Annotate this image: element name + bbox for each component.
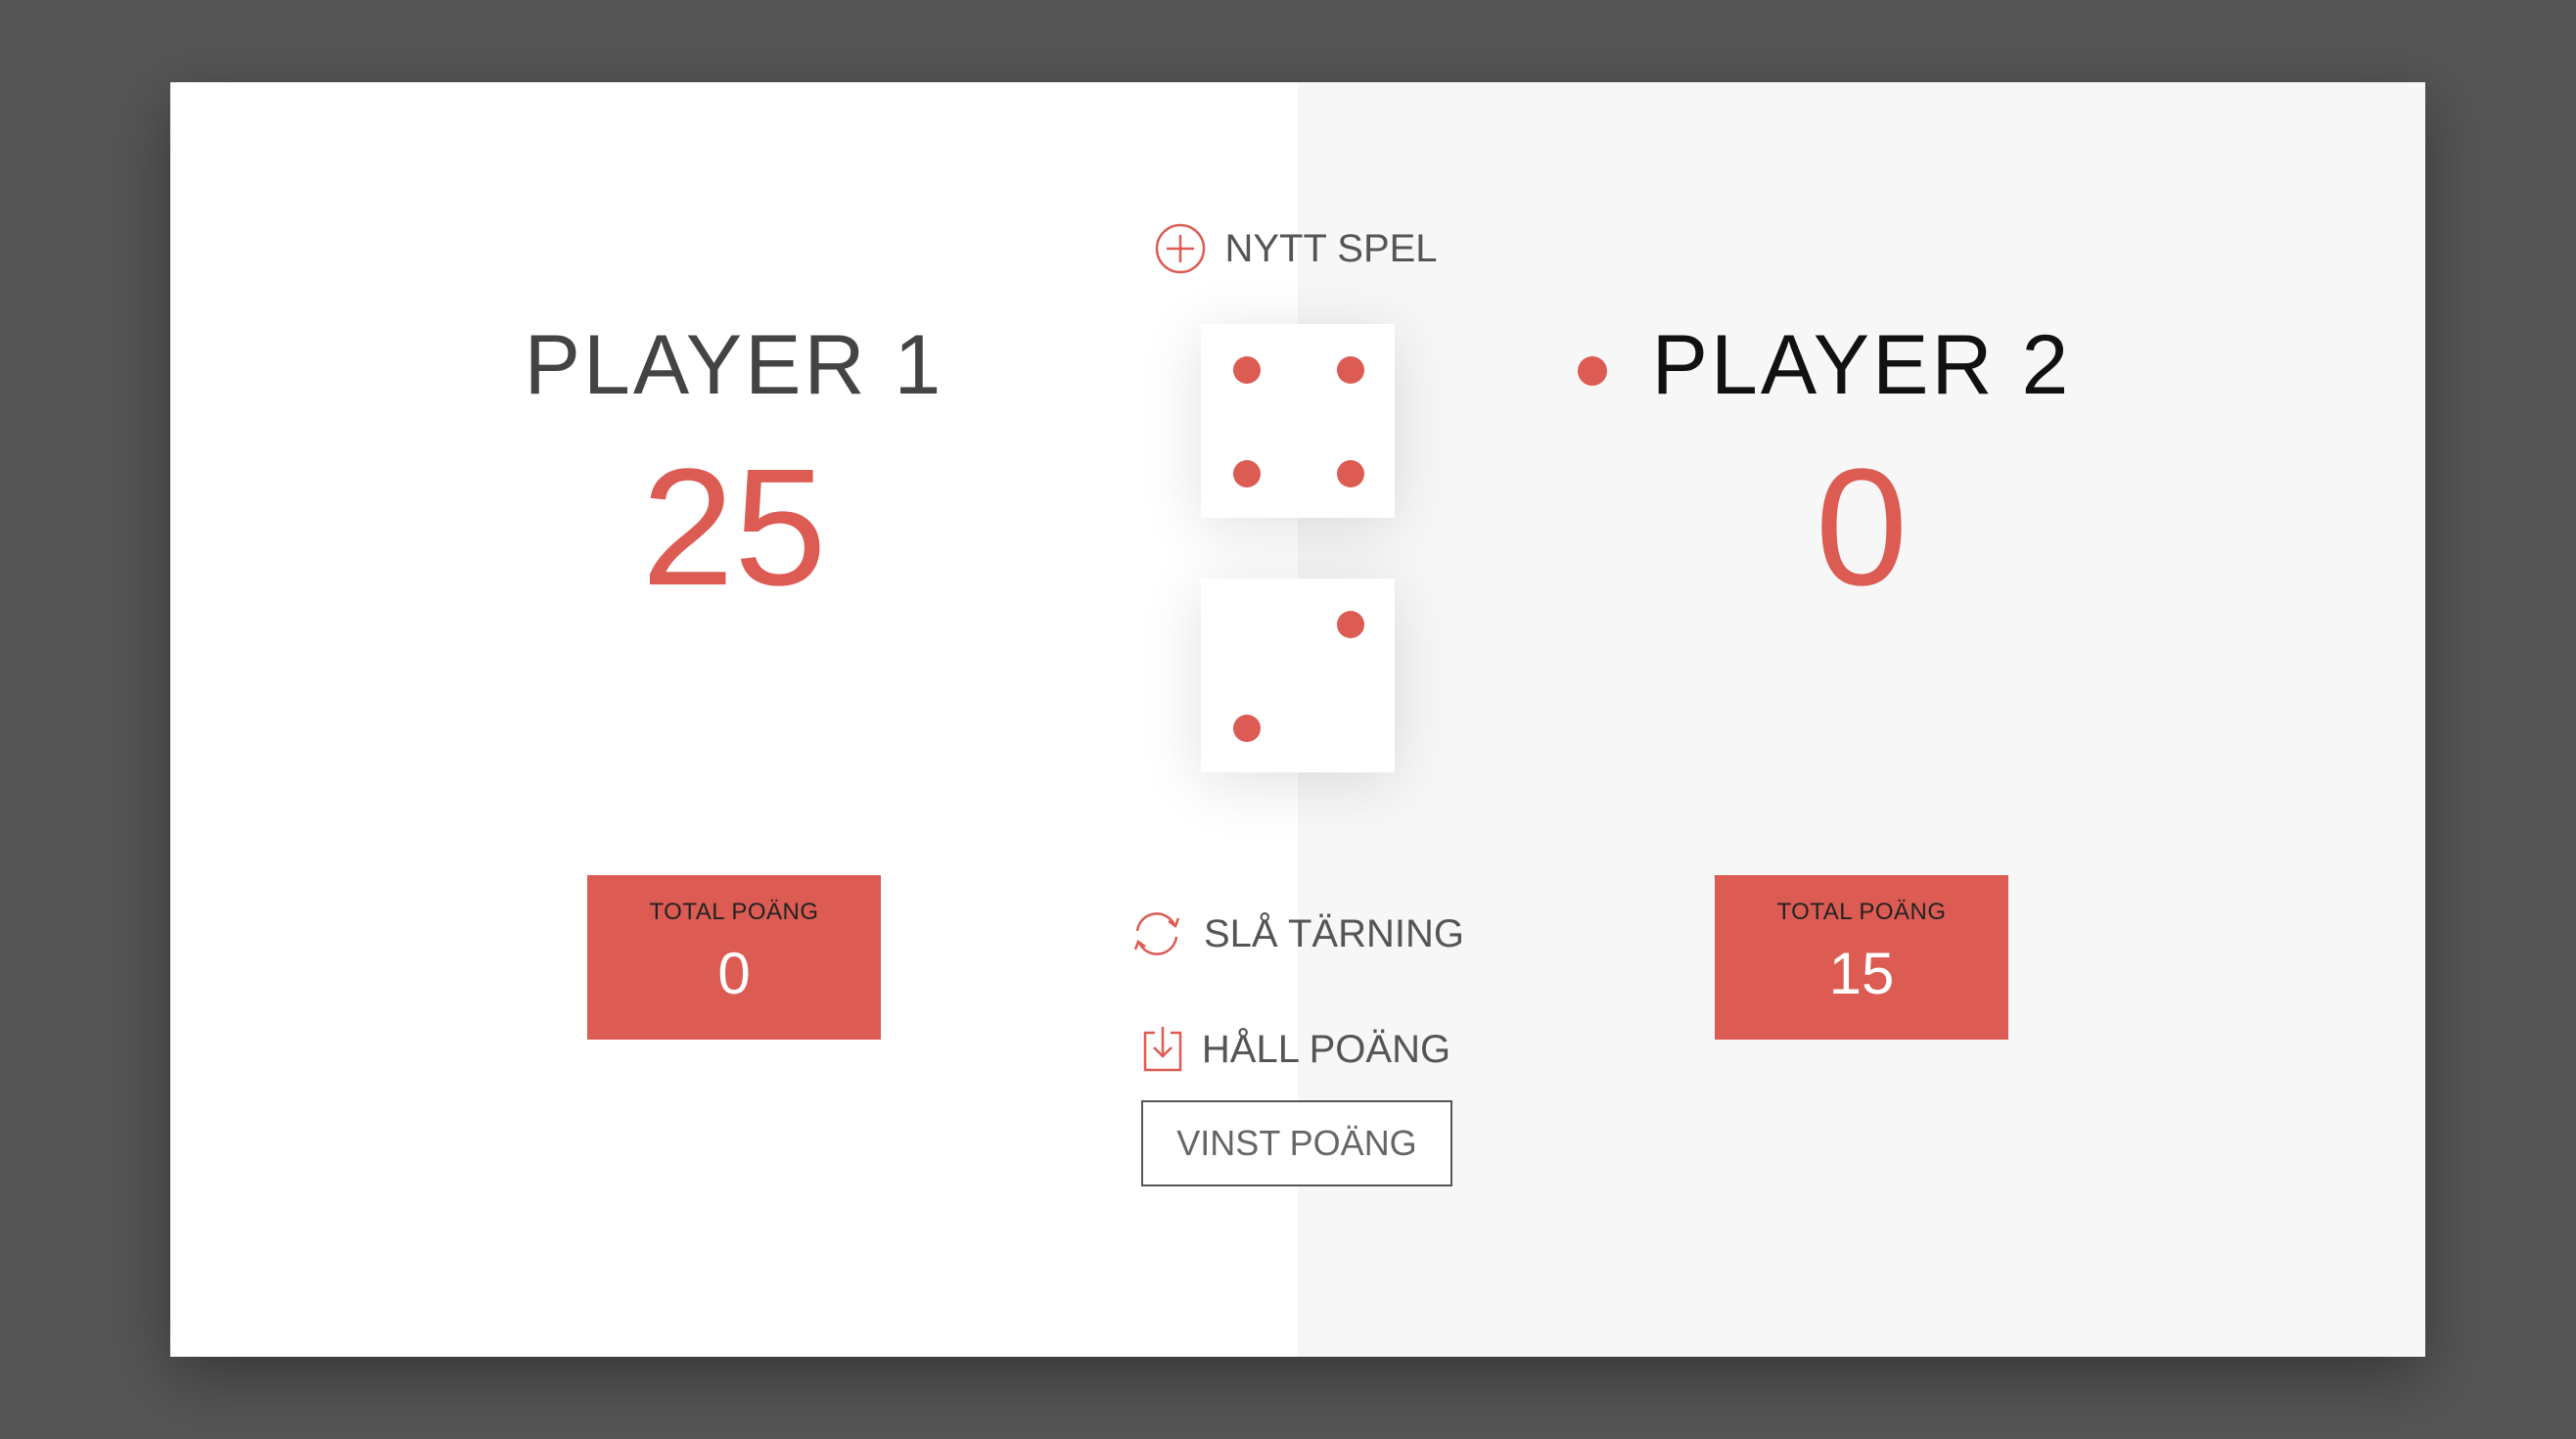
plus-circle-icon: [1154, 222, 1207, 275]
player-1-name: PLAYER 1: [524, 318, 944, 412]
player-2-current-label: TOTAL POÄNG: [1776, 899, 1947, 925]
player-2-current-value: 15: [1828, 941, 1895, 1006]
new-game-button[interactable]: NYTT SPEL: [1032, 209, 1560, 288]
dice-pip: [1233, 715, 1261, 742]
player-1-current-value: 0: [717, 941, 751, 1006]
player-1-score: 25: [641, 435, 827, 621]
roll-dice-label: SLÅ TÄRNING: [1204, 911, 1464, 955]
game-wrapper: PLAYER 1 25 TOTAL POÄNG 0 PLAYER 2 0 TOT…: [170, 82, 2425, 1357]
hold-label: HÅLL POÄNG: [1201, 1027, 1451, 1071]
dice-pip: [1337, 460, 1364, 487]
refresh-icon: [1127, 907, 1186, 960]
new-game-label: NYTT SPEL: [1224, 226, 1438, 270]
dice-1: [1201, 324, 1395, 518]
dice-pip: [1337, 356, 1364, 384]
hold-button[interactable]: HÅLL POÄNG: [1032, 1010, 1560, 1089]
player-2-current-box: TOTAL POÄNG 15: [1715, 875, 2008, 1040]
download-icon: [1141, 1025, 1184, 1074]
dice-pip: [1337, 611, 1364, 638]
winning-score-input[interactable]: [1141, 1100, 1452, 1186]
roll-dice-button[interactable]: SLÅ TÄRNING: [1032, 895, 1560, 973]
player-2-score: 0: [1815, 435, 1909, 621]
player-2-name: PLAYER 2: [1651, 318, 2072, 412]
dice-2: [1201, 579, 1395, 772]
dice-pip: [1233, 356, 1261, 384]
player-1-current-label: TOTAL POÄNG: [649, 899, 819, 925]
dice-pip: [1233, 460, 1261, 487]
player-1-current-box: TOTAL POÄNG 0: [587, 875, 881, 1040]
